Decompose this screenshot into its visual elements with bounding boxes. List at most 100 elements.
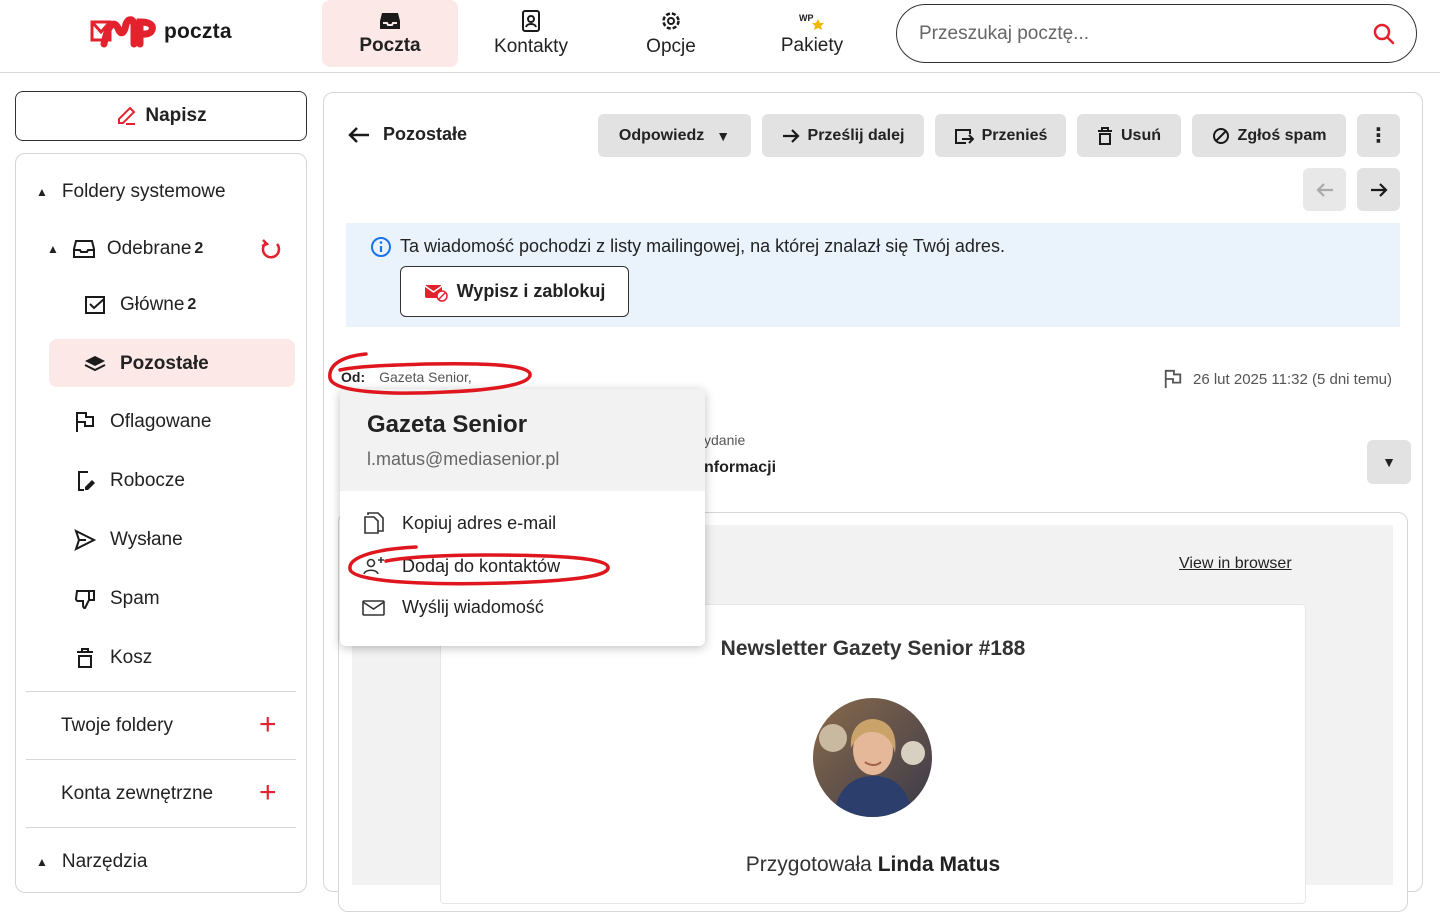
search-icon[interactable]: [1372, 22, 1396, 46]
sidebar-item-wyslane[interactable]: Wysłane: [74, 529, 183, 551]
search-bar: [896, 4, 1417, 63]
arrow-right-icon: [782, 128, 800, 143]
caret-up-icon: ▲: [36, 185, 48, 199]
copy-email-menu-item[interactable]: Kopiuj adres e-mail: [362, 511, 556, 535]
checkbox-mail-icon: [85, 296, 105, 314]
pencil-icon: [118, 106, 136, 125]
add-account-icon[interactable]: +: [259, 778, 277, 808]
unsubscribe-block-button[interactable]: Wypisz i zablokuj: [400, 266, 629, 317]
tab-pakiety[interactable]: WP Pakiety: [744, 0, 880, 67]
tab-poczta[interactable]: Poczta: [322, 0, 458, 67]
back-button[interactable]: Pozostałe: [347, 124, 467, 145]
tab-kontakty[interactable]: Kontakty: [463, 0, 599, 67]
envelope-icon: [362, 599, 385, 616]
add-folder-icon[interactable]: +: [259, 710, 277, 740]
delete-label: Usuń: [1121, 126, 1161, 144]
reply-button[interactable]: Odpowiedz ▼: [598, 114, 751, 157]
search-input[interactable]: [919, 22, 1372, 45]
add-to-contacts-menu-item[interactable]: Dodaj do kontaktów: [362, 554, 560, 578]
delete-button[interactable]: Usuń: [1077, 114, 1181, 157]
next-message-button[interactable]: [1357, 168, 1400, 211]
block-icon: [1212, 127, 1229, 144]
inbox-icon: [72, 240, 95, 258]
sidebar-item-oflagowane[interactable]: Oflagowane: [74, 411, 211, 433]
tab-label: Kontakty: [494, 35, 568, 57]
sidebar-item-label: Główne: [120, 294, 185, 315]
external-accounts-section[interactable]: Konta zewnętrzne: [61, 783, 213, 805]
prev-message-button[interactable]: [1303, 168, 1346, 211]
sidebar-item-label: Oflagowane: [110, 411, 212, 432]
svg-text:WP: WP: [799, 13, 814, 23]
caret-up-icon: ▲: [47, 242, 59, 256]
mailing-list-text-row: Ta wiadomość pochodzi z listy mailingowe…: [371, 236, 1005, 257]
unread-count: 2: [194, 240, 204, 257]
sender-contact-popup: Gazeta Senior l.matus@mediasenior.pl Kop…: [340, 389, 705, 646]
caret-down-icon: ▼: [716, 127, 731, 144]
sidebar-item-label: Kosz: [110, 647, 153, 668]
sidebar-item-robocze[interactable]: Robocze: [74, 470, 185, 492]
wp-poczta-logo[interactable]: poczta: [90, 14, 232, 50]
newsletter-author-line: Przygotowała Linda Matus: [440, 853, 1306, 877]
author-name: Linda Matus: [877, 853, 1001, 876]
wp-logo-icon: [90, 16, 156, 48]
inbox-icon: [380, 12, 400, 29]
from-label: Od:: [341, 369, 366, 385]
flag-icon: [76, 412, 94, 432]
more-options-button[interactable]: ⋮: [1357, 114, 1400, 157]
back-label: Pozostałe: [383, 124, 468, 144]
menu-item-label: Wyślij wiadomość: [402, 597, 544, 617]
more-vertical-icon: ⋮: [1368, 124, 1389, 147]
gear-icon: [662, 11, 680, 30]
tab-label: Opcje: [646, 35, 696, 57]
trash-icon: [1098, 126, 1112, 145]
sidebar-item-pozostale[interactable]: Pozostałe: [84, 353, 209, 375]
author-photo: [813, 698, 932, 817]
forward-button[interactable]: Prześlij dalej: [762, 114, 924, 157]
packages-icon: WP: [799, 13, 824, 30]
sidebar-item-kosz[interactable]: Kosz: [74, 647, 152, 669]
sender-row: Od: Gazeta Senior,: [341, 369, 472, 385]
message-date: 26 lut 2025 11:32 (5 dni temu): [1193, 370, 1393, 388]
arrow-right-icon: [1370, 182, 1388, 197]
menu-item-label: Dodaj do kontaktów: [402, 555, 561, 576]
compose-button[interactable]: Napisz: [15, 91, 307, 141]
sidebar-item-label: Pozostałe: [120, 353, 209, 374]
sidebar-item-odebrane[interactable]: ▲ Odebrane 2: [47, 238, 203, 260]
sender-name[interactable]: Gazeta Senior,: [379, 369, 472, 385]
tab-label: Pakiety: [780, 34, 844, 56]
sidebar-item-spam[interactable]: Spam: [74, 588, 160, 610]
tools-label: Narzędzia: [61, 851, 148, 872]
divider: [26, 827, 296, 828]
caret-up-icon: ▲: [36, 855, 48, 869]
tools-toggle[interactable]: ▲ Narzędzia: [36, 851, 147, 873]
popup-header: [340, 389, 705, 491]
divider: [26, 759, 296, 760]
caret-down-icon: ▼: [1382, 454, 1396, 470]
your-folders-label: Twoje foldery: [61, 715, 173, 736]
tab-label: Poczta: [359, 34, 421, 56]
sidebar-item-label: Robocze: [110, 470, 185, 491]
tab-opcje[interactable]: Opcje: [603, 0, 739, 67]
sidebar-item-label: Odebrane: [106, 238, 192, 259]
unsubscribe-label: Wypisz i zablokuj: [456, 281, 606, 301]
send-message-menu-item[interactable]: Wyślij wiadomość: [362, 597, 544, 618]
move-button[interactable]: Przenieś: [935, 114, 1066, 157]
folder-panel: ▲ Foldery systemowe ▲ Odebrane 2 Główne …: [15, 153, 307, 893]
system-folders-toggle[interactable]: ▲ Foldery systemowe: [36, 181, 226, 203]
contacts-icon: [522, 9, 540, 32]
menu-item-label: Kopiuj adres e-mail: [402, 512, 557, 533]
report-spam-button[interactable]: Zgłoś spam: [1192, 114, 1346, 157]
arrow-left-icon: [1315, 182, 1333, 197]
add-contact-icon: [363, 557, 384, 575]
move-label: Przenieś: [981, 126, 1048, 144]
sidebar-item-glowne[interactable]: Główne 2: [84, 294, 196, 316]
reply-label: Odpowiedz: [618, 126, 705, 144]
refresh-icon[interactable]: [260, 238, 282, 260]
sidebar-item-label: Wysłane: [110, 529, 183, 550]
subject-partial-bold: nformacji: [704, 459, 777, 476]
flag-icon[interactable]: [1163, 369, 1183, 389]
view-in-browser-link[interactable]: View in browser: [1179, 555, 1292, 573]
expand-details-button[interactable]: ▼: [1367, 440, 1411, 484]
prepared-prefix: Przygotowała: [745, 853, 878, 876]
your-folders-section[interactable]: Twoje foldery: [61, 715, 173, 737]
